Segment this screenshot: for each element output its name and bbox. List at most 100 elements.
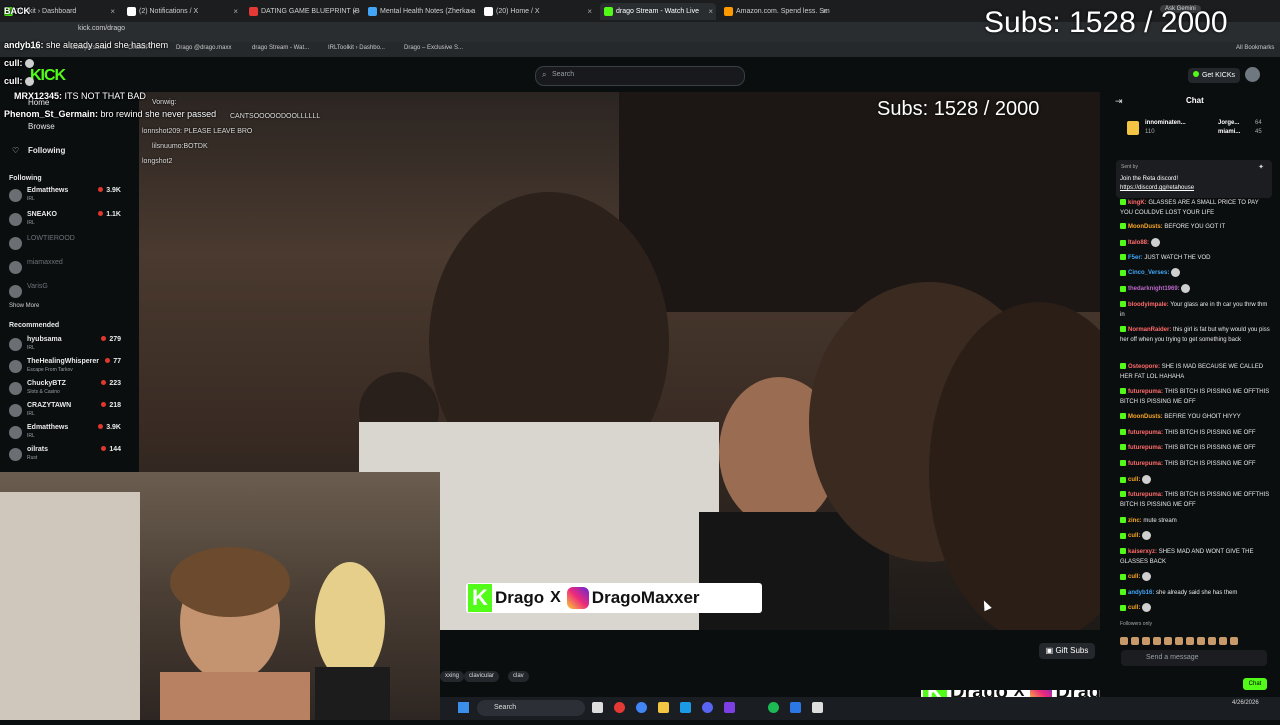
chat-message[interactable]: thedarknight1969:: [1120, 284, 1270, 294]
chat-username[interactable]: futurepuma:: [1128, 492, 1163, 498]
close-icon[interactable]: ×: [708, 3, 713, 20]
chat-username[interactable]: Osteopore:: [1128, 364, 1160, 370]
chat-username[interactable]: andyb16:: [1128, 590, 1154, 596]
chat-message[interactable]: Italo88:: [1120, 238, 1270, 248]
bookmark-item[interactable]: Drago – Exclusive S...: [404, 45, 463, 51]
chat-username[interactable]: kingK:: [1128, 200, 1147, 206]
chat-message[interactable]: kingK: GLASSES ARE A SMALL PRICE TO PAY …: [1120, 198, 1270, 218]
chat-username[interactable]: NormanRaider:: [1128, 327, 1171, 333]
chat-message[interactable]: cull:: [1120, 475, 1270, 485]
chat-message[interactable]: futurepuma: THIS BITCH IS PISSING ME OFF: [1120, 443, 1270, 453]
browser-tab[interactable]: Mental Health Notes (Zherka a ×: [364, 3, 476, 20]
sidebar-item-following[interactable]: Following: [28, 146, 65, 155]
chat-username[interactable]: Cinco_Verses:: [1128, 270, 1169, 276]
emote-icon[interactable]: [1230, 637, 1238, 645]
url-text[interactable]: kick.com/drago: [78, 25, 125, 32]
chat-message[interactable]: andyb16: she already said she has them: [1120, 588, 1270, 598]
chat-username[interactable]: MoonDusts:: [1128, 224, 1163, 230]
word-icon[interactable]: [790, 702, 801, 713]
chat-username[interactable]: futurepuma:: [1128, 389, 1163, 395]
gift-subs-button[interactable]: ▣ Gift Subs: [1039, 643, 1095, 659]
emote-icon[interactable]: [1142, 637, 1150, 645]
chat-username[interactable]: thedarknight1969:: [1128, 286, 1180, 292]
emote-icon[interactable]: [1186, 637, 1194, 645]
chat-message[interactable]: F5er: JUST WATCH THE VOD: [1120, 253, 1270, 263]
sidebar-channel[interactable]: LOWTIEROOD: [9, 235, 121, 255]
chat-message[interactable]: futurepuma: THIS BITCH IS PISSING ME OFF…: [1120, 490, 1270, 510]
bookmark-item[interactable]: Drago @drago.maxx: [176, 45, 231, 51]
file-explorer-icon[interactable]: [658, 702, 669, 713]
chat-message[interactable]: Osteopore: SHE IS MAD BECAUSE WE CALLED …: [1120, 362, 1270, 382]
sidebar-channel[interactable]: SNEAKO IRL 1.1K: [9, 211, 121, 231]
app-icon[interactable]: [812, 702, 823, 713]
browser-tab[interactable]: drago Stream - Watch Live ×: [600, 3, 716, 20]
chat-username[interactable]: cull:: [1128, 533, 1140, 539]
pin-icon[interactable]: ✦: [1258, 163, 1264, 171]
emote-icon[interactable]: [1175, 637, 1183, 645]
chat-message[interactable]: futurepuma: THIS BITCH IS PISSING ME OFF: [1120, 428, 1270, 438]
pinned-link[interactable]: https://discord.gg/retahouse: [1120, 185, 1194, 191]
all-bookmarks[interactable]: All Bookmarks: [1236, 45, 1274, 51]
sidebar-channel[interactable]: oilrats Rust 144: [9, 446, 121, 466]
chat-username[interactable]: futurepuma:: [1128, 445, 1163, 451]
sidebar-channel[interactable]: Edmatthews IRL 3.9K: [9, 424, 121, 444]
chat-message[interactable]: MoonDusts: BEFIRE YOU GHOIT HIYYY: [1120, 412, 1270, 422]
emote-icon[interactable]: [1131, 637, 1139, 645]
get-kicks-button[interactable]: Get KICKs: [1188, 68, 1240, 83]
chrome-icon[interactable]: [636, 702, 647, 713]
emote-icon[interactable]: [1197, 637, 1205, 645]
emote-icon[interactable]: [1208, 637, 1216, 645]
sidebar-channel[interactable]: VarisG: [9, 283, 121, 303]
close-icon[interactable]: ×: [587, 3, 592, 20]
chat-username[interactable]: futurepuma:: [1128, 430, 1163, 436]
app-icon[interactable]: [724, 702, 735, 713]
stream-tag[interactable]: clavicular: [464, 671, 500, 682]
browser-tab[interactable]: Amazon.com. Spend less. Smile ×: [720, 3, 830, 20]
chrome-icon[interactable]: [614, 702, 625, 713]
close-icon[interactable]: ×: [233, 3, 238, 20]
close-icon[interactable]: ×: [110, 3, 115, 20]
sidebar-channel[interactable]: ChuckyBTZ Slots & Casino 223: [9, 380, 121, 400]
chat-username[interactable]: cull:: [1128, 605, 1140, 611]
emote-icon[interactable]: [1120, 637, 1128, 645]
stream-tag[interactable]: clav: [508, 671, 529, 682]
sidebar-channel[interactable]: Edmatthews IRL 3.9K: [9, 187, 121, 207]
kick-logo[interactable]: KICK: [30, 67, 66, 85]
close-icon[interactable]: ×: [822, 3, 827, 20]
windows-start-icon[interactable]: [458, 702, 469, 713]
chat-username[interactable]: futurepuma:: [1128, 461, 1163, 467]
browser-tab[interactable]: (2) Notifications / X ×: [123, 3, 241, 20]
browser-tab[interactable]: DATING GAME BLUEPRINT (Be ×: [245, 3, 360, 20]
close-icon[interactable]: ×: [468, 3, 473, 20]
stream-tag[interactable]: xxing: [440, 671, 465, 682]
taskbar-search[interactable]: Search: [477, 700, 585, 716]
discord-icon[interactable]: [702, 702, 713, 713]
chat-send-button[interactable]: Chat: [1243, 678, 1267, 690]
chat-username[interactable]: zinc:: [1128, 518, 1142, 524]
chat-message[interactable]: cull:: [1120, 572, 1270, 582]
close-icon[interactable]: ×: [352, 3, 357, 20]
emote-icon[interactable]: [1219, 637, 1227, 645]
sidebar-channel[interactable]: hyubsama IRL 279: [9, 336, 121, 356]
chat-message[interactable]: kaiserxyz: SHES MAD AND WONT GIVE THE GL…: [1120, 547, 1270, 567]
chat-message[interactable]: Cinco_Verses:: [1120, 268, 1270, 278]
send-message-input[interactable]: Send a message: [1121, 650, 1267, 666]
chat-message[interactable]: futurepuma: THIS BITCH IS PISSING ME OFF…: [1120, 387, 1270, 407]
chat-message[interactable]: cull:: [1120, 531, 1270, 541]
task-view-icon[interactable]: [592, 702, 603, 713]
chat-username[interactable]: cull:: [1128, 477, 1140, 483]
chat-username[interactable]: bloodyimpale:: [1128, 302, 1169, 308]
collapse-chat-icon[interactable]: ⇥: [1115, 96, 1123, 107]
bookmark-item[interactable]: drago Stream - Wat...: [252, 45, 309, 51]
sidebar-channel[interactable]: TheHealingWhisperer Escape From Tarkov 77: [9, 358, 121, 378]
chat-message[interactable]: bloodyimpale: Your glass are in th car y…: [1120, 300, 1270, 320]
chat-message[interactable]: zinc: mute stream: [1120, 516, 1270, 526]
sidebar-channel[interactable]: miamaxxed: [9, 259, 121, 279]
chat-message[interactable]: futurepuma: THIS BITCH IS PISSING ME OFF: [1120, 459, 1270, 469]
show-more-link[interactable]: Show More: [9, 303, 39, 309]
browser-tab[interactable]: (20) Home / X ×: [480, 3, 595, 20]
pinned-message[interactable]: Sent by ✦ Join the Reta discord! https:/…: [1116, 160, 1272, 198]
chat-message[interactable]: NormanRaider: this girl is fat but why w…: [1120, 325, 1270, 345]
avatar[interactable]: [1245, 67, 1260, 82]
emote-icon[interactable]: [1153, 637, 1161, 645]
